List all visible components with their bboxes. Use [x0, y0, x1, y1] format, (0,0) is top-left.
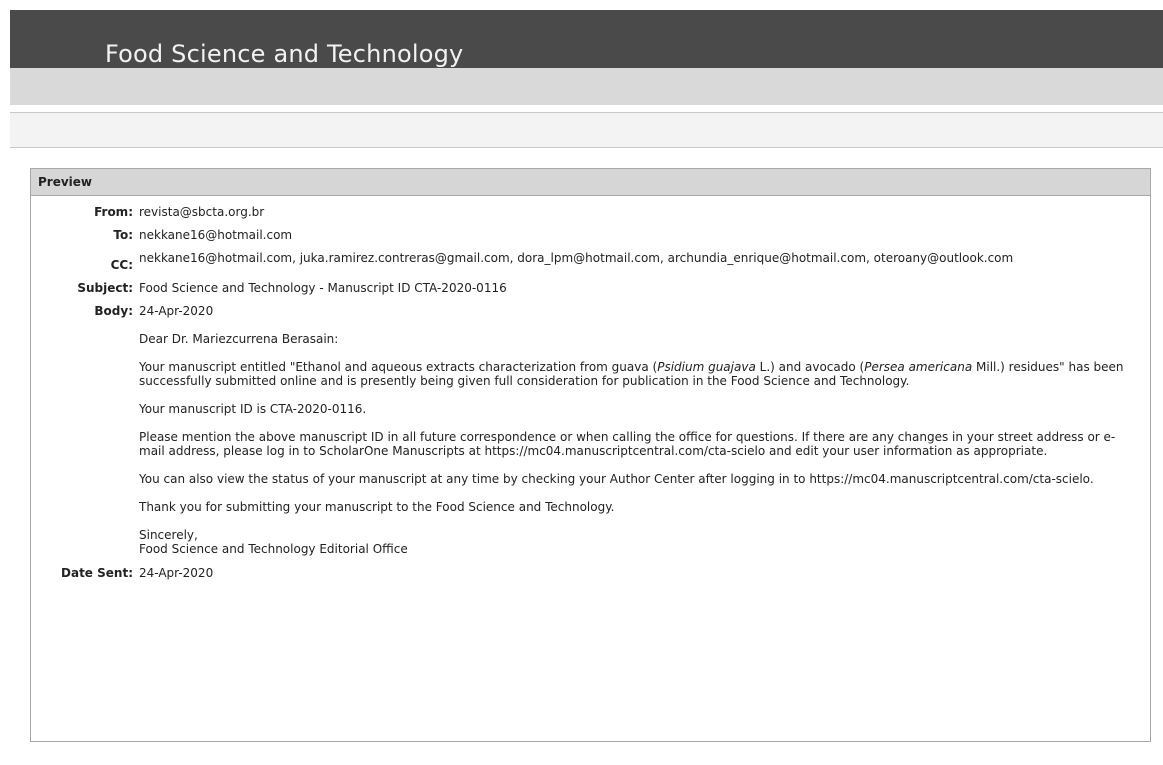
- body-signature: Food Science and Technology Editorial Of…: [139, 542, 408, 556]
- to-value: nekkane16@hotmail.com: [139, 228, 293, 242]
- body-signoff: Sincerely, Food Science and Technology Ed…: [139, 528, 1136, 556]
- date-sent-label: Date Sent:: [61, 566, 133, 580]
- top-margin: [0, 0, 1163, 10]
- app-header: Food Science and Technology: [10, 10, 1163, 68]
- cc-row: CC: nekkane16@hotmail.com, juka.ramirez.…: [31, 251, 1150, 272]
- preview-heading: Preview: [31, 169, 1150, 196]
- app-title: Food Science and Technology: [105, 40, 464, 68]
- body-paragraph-status: You can also view the status of your man…: [139, 472, 1094, 486]
- body-p1-part-b: L.) and avocado (: [755, 360, 865, 374]
- to-label: To:: [113, 228, 133, 242]
- subject-row: Subject: Food Science and Technology - M…: [31, 281, 1150, 295]
- body-paragraph-instructions: Please mention the above manuscript ID i…: [139, 430, 1116, 458]
- subject-label: Subject:: [77, 281, 133, 295]
- date-sent-value: 24-Apr-2020: [139, 566, 214, 580]
- body-paragraph-submission: Your manuscript entitled "Ethanol and aq…: [139, 360, 1136, 388]
- cc-label: CC:: [110, 258, 133, 272]
- email-fields: From: revista@sbcta.org.br To: nekkane16…: [31, 196, 1150, 580]
- body-closing: Sincerely,: [139, 528, 198, 542]
- cc-value: nekkane16@hotmail.com, juka.ramirez.cont…: [139, 251, 1014, 265]
- body-date: 24-Apr-2020: [139, 304, 214, 318]
- body-label: Body:: [94, 304, 133, 318]
- from-row: From: revista@sbcta.org.br: [31, 205, 1150, 219]
- body-p1-species-guava: Psidium guajava: [657, 360, 756, 374]
- body-p1-species-avocado: Persea americana: [864, 360, 973, 374]
- body-p1-part-a: Your manuscript entitled "Ethanol and aq…: [139, 360, 658, 374]
- body-row: Body: 24-Apr-2020 Dear Dr. Mariezcurrena…: [31, 304, 1150, 556]
- from-label: From:: [94, 205, 133, 219]
- preview-panel: Preview From: revista@sbcta.org.br To: n…: [30, 168, 1151, 742]
- body-paragraph-manuscript-id: Your manuscript ID is CTA-2020-0116.: [139, 402, 367, 416]
- body-paragraph-thanks: Thank you for submitting your manuscript…: [139, 500, 615, 514]
- from-value: revista@sbcta.org.br: [139, 205, 265, 219]
- body-value: 24-Apr-2020 Dear Dr. Mariezcurrena Beras…: [139, 304, 1150, 556]
- toolbar: [10, 112, 1163, 148]
- body-greeting: Dear Dr. Mariezcurrena Berasain:: [139, 332, 339, 346]
- subject-value: Food Science and Technology - Manuscript…: [139, 281, 507, 295]
- header-subbar: [10, 68, 1163, 105]
- to-row: To: nekkane16@hotmail.com: [31, 228, 1150, 242]
- date-sent-row: Date Sent: 24-Apr-2020: [31, 566, 1150, 580]
